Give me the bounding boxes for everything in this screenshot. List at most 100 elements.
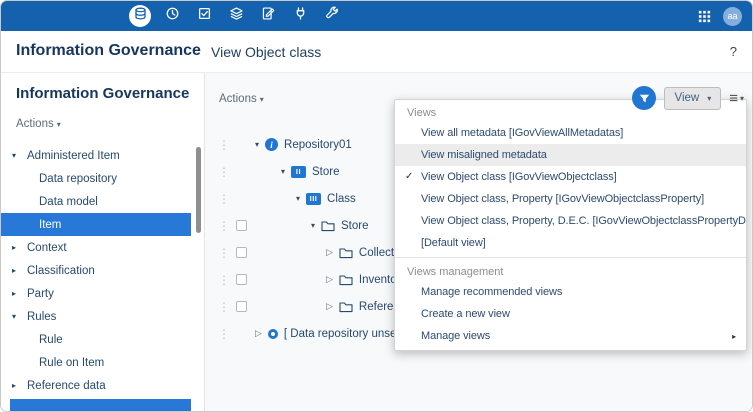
chevron-down-icon: ▾ bbox=[740, 94, 744, 103]
sidebar-scrollbar[interactable] bbox=[196, 147, 201, 233]
catalog-icon bbox=[229, 6, 244, 26]
sidebar-title: Information Governance bbox=[1, 73, 204, 102]
chevron-right-icon: ▷ bbox=[255, 328, 262, 339]
menu-item-view-object-class-property[interactable]: View Object class, Property [IGovViewObj… bbox=[395, 188, 746, 210]
drag-handle-icon[interactable]: ⋮ bbox=[218, 192, 230, 206]
sidebar-item-party[interactable]: ▸ Party bbox=[1, 282, 191, 305]
sidebar: Information Governance Actions▾ ▾ Admini… bbox=[1, 73, 205, 411]
chevron-down-icon: ▾ bbox=[12, 312, 16, 321]
drag-handle-icon[interactable]: ⋮ bbox=[218, 165, 230, 179]
folder-icon bbox=[339, 274, 353, 286]
menu-item-view-misaligned-metadata[interactable]: View misaligned metadata bbox=[395, 144, 746, 166]
main-actions-dropdown[interactable]: Actions▾ bbox=[219, 93, 264, 105]
chevron-right-icon: ▷ bbox=[326, 274, 333, 285]
task-check-icon bbox=[197, 6, 212, 26]
folder-icon bbox=[339, 247, 353, 259]
app-window: aa Information Governance View Object cl… bbox=[0, 0, 753, 412]
topbar: aa bbox=[1, 1, 752, 31]
sidebar-item-data-model[interactable]: Data model bbox=[1, 190, 191, 213]
menu-item-default-view[interactable]: [Default view] bbox=[395, 232, 746, 254]
chevron-down-icon: ▾ bbox=[57, 120, 61, 129]
chevron-right-icon: ▸ bbox=[12, 243, 16, 252]
filter-icon bbox=[638, 92, 651, 105]
row-checkbox[interactable] bbox=[236, 301, 247, 312]
clock-icon bbox=[165, 6, 180, 26]
apps-grid-icon[interactable] bbox=[698, 10, 711, 23]
chevron-right-icon: ▸ bbox=[12, 266, 16, 275]
sidebar-tree: ▾ Administered Item Data repository Data… bbox=[1, 144, 204, 397]
plug-icon bbox=[293, 6, 308, 26]
menu-item-manage-recommended-views[interactable]: Manage recommended views bbox=[395, 281, 746, 303]
menu-item-view-object-class[interactable]: ✓ View Object class [IGovViewObjectclass… bbox=[395, 166, 746, 188]
row-checkbox[interactable] bbox=[236, 274, 247, 285]
sidebar-item-partial[interactable] bbox=[10, 399, 191, 411]
database-icon bbox=[133, 6, 148, 26]
menu-divider bbox=[395, 257, 746, 258]
wrench-icon bbox=[325, 6, 340, 26]
chevron-right-icon: ▸ bbox=[12, 289, 16, 298]
row-checkbox[interactable] bbox=[236, 220, 247, 231]
sidebar-item-reference-data[interactable]: ▸ Reference data bbox=[1, 374, 191, 397]
header-band: Information Governance View Object class… bbox=[1, 31, 752, 73]
chevron-right-icon: ▸ bbox=[12, 381, 16, 390]
help-button[interactable]: ? bbox=[730, 44, 737, 59]
menu-button[interactable]: ≡▾ bbox=[729, 91, 744, 106]
catalog-nav-button[interactable] bbox=[225, 5, 247, 27]
menu-item-create-new-view[interactable]: Create a new view bbox=[395, 303, 746, 325]
task-edit-icon bbox=[261, 6, 276, 26]
level-3-icon: III bbox=[306, 193, 321, 205]
drag-handle-icon[interactable]: ⋮ bbox=[218, 219, 230, 233]
repository-circle-icon bbox=[268, 329, 278, 339]
database-nav-button[interactable] bbox=[129, 5, 151, 27]
row-checkbox[interactable] bbox=[236, 247, 247, 258]
folder-icon bbox=[321, 220, 335, 232]
drag-handle-icon[interactable]: ⋮ bbox=[218, 327, 230, 341]
chevron-down-icon: ▾ bbox=[707, 94, 711, 103]
sidebar-item-data-repository[interactable]: Data repository bbox=[1, 167, 191, 190]
hamburger-icon: ≡ bbox=[729, 91, 738, 106]
drag-handle-icon[interactable]: ⋮ bbox=[218, 138, 230, 152]
sidebar-item-rules[interactable]: ▾ Rules bbox=[1, 305, 191, 328]
sidebar-item-rule[interactable]: Rule bbox=[1, 328, 191, 351]
sidebar-item-administered-item[interactable]: ▾ Administered Item bbox=[1, 144, 191, 167]
menu-item-manage-views[interactable]: Manage views ▸ bbox=[395, 325, 746, 347]
filter-button[interactable] bbox=[632, 86, 656, 110]
chevron-right-icon: ▷ bbox=[326, 247, 333, 258]
check-icon: ✓ bbox=[405, 171, 413, 182]
menu-item-view-object-class-property-dec[interactable]: View Object class, Property, D.E.C. [IGo… bbox=[395, 210, 746, 232]
clock-nav-button[interactable] bbox=[161, 5, 183, 27]
view-button[interactable]: View▾ bbox=[664, 87, 721, 110]
folder-icon bbox=[339, 301, 353, 313]
sidebar-item-classification[interactable]: ▸ Classification bbox=[1, 259, 191, 282]
chevron-down-icon: ▾ bbox=[281, 167, 285, 176]
chevron-down-icon: ▾ bbox=[260, 95, 264, 104]
task-edit-nav-button[interactable] bbox=[257, 5, 279, 27]
app-title: Information Governance bbox=[16, 42, 201, 60]
topbar-right: aa bbox=[698, 1, 742, 31]
chevron-down-icon: ▾ bbox=[12, 151, 16, 160]
chevron-down-icon: ▾ bbox=[311, 221, 315, 230]
drag-handle-icon[interactable]: ⋮ bbox=[218, 246, 230, 260]
sidebar-item-item[interactable]: Item bbox=[1, 213, 191, 236]
drag-handle-icon[interactable]: ⋮ bbox=[218, 273, 230, 287]
main-toolbar-right: View▾ ≡▾ bbox=[632, 86, 744, 110]
body-area: Information Governance Actions▾ ▾ Admini… bbox=[1, 73, 752, 411]
chevron-down-icon: ▾ bbox=[255, 140, 259, 149]
topbar-nav bbox=[129, 1, 343, 31]
main-panel: Actions▾ View▾ ≡▾ ⋮ bbox=[205, 73, 752, 411]
wrench-nav-button[interactable] bbox=[321, 5, 343, 27]
level-2-icon: II bbox=[291, 166, 306, 178]
sidebar-item-rule-on-item[interactable]: Rule on Item bbox=[1, 351, 191, 374]
info-icon: i bbox=[265, 138, 278, 151]
sidebar-actions-dropdown[interactable]: Actions▾ bbox=[1, 102, 204, 130]
task-check-nav-button[interactable] bbox=[193, 5, 215, 27]
view-dropdown-menu: Views View all metadata [IGovViewAllMeta… bbox=[394, 99, 747, 351]
chevron-down-icon: ▾ bbox=[296, 194, 300, 203]
plug-nav-button[interactable] bbox=[289, 5, 311, 27]
menu-item-view-all-metadata[interactable]: View all metadata [IGovViewAllMetadatas] bbox=[395, 122, 746, 144]
avatar[interactable]: aa bbox=[723, 7, 742, 26]
drag-handle-icon[interactable]: ⋮ bbox=[218, 300, 230, 314]
menu-section-header: Views management bbox=[395, 261, 746, 281]
chevron-right-icon: ▷ bbox=[326, 301, 333, 312]
sidebar-item-context[interactable]: ▸ Context bbox=[1, 236, 191, 259]
